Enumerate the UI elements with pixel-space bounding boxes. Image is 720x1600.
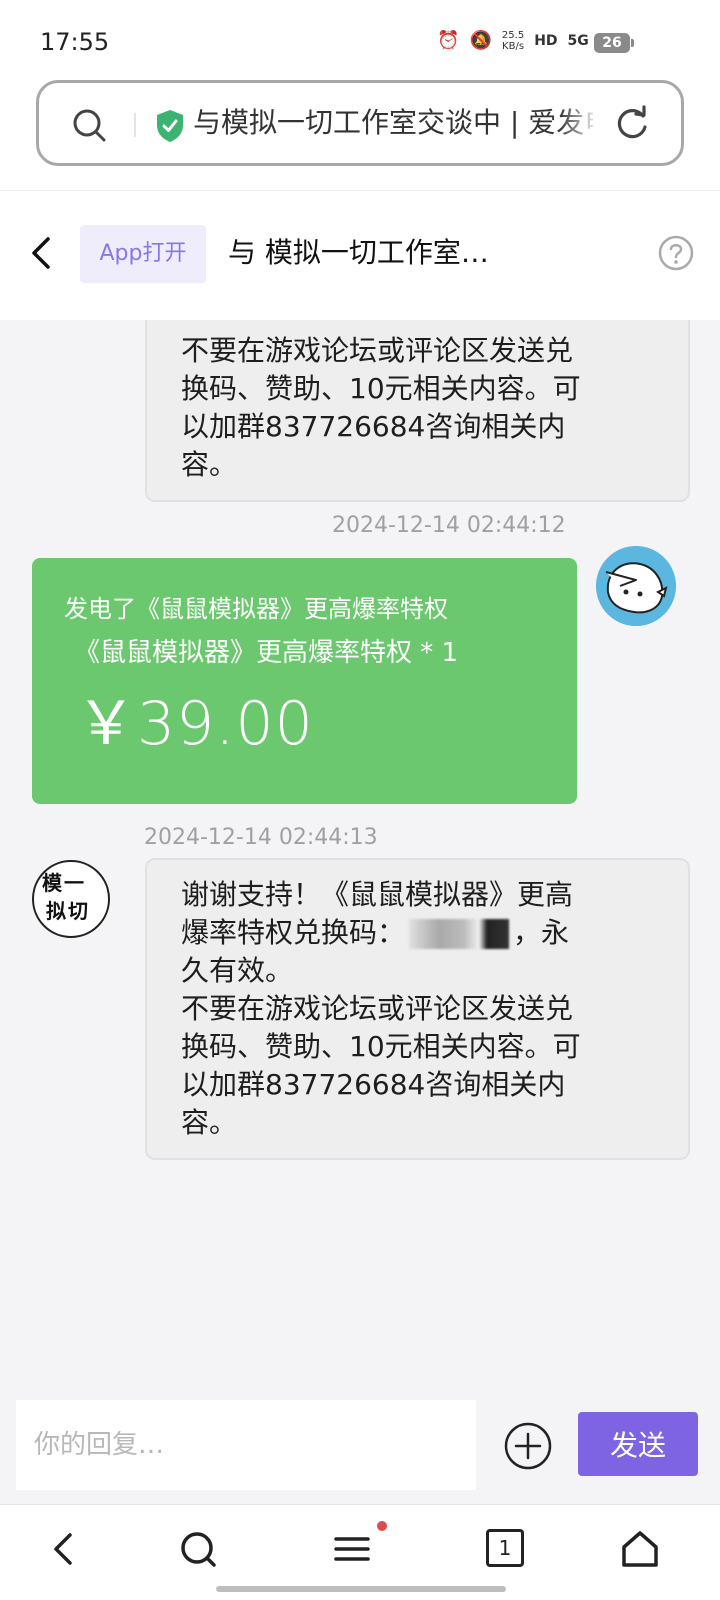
net-speed-value: 25.5 [501,30,525,41]
page-title: 与 模拟一切工作室… [228,236,489,269]
gift-price: ￥39.00 [76,689,314,759]
back-icon[interactable] [26,233,56,273]
alarm-icon: ⏰ [437,30,460,51]
reply-input[interactable] [16,1400,476,1490]
send-button[interactable]: 发送 [578,1412,698,1476]
signal-1-icon: 5G [567,33,589,49]
studio-avatar[interactable]: 模一 拟切 [32,860,110,938]
status-icons: ⏰ 🔕 25.5 KB/s HD 5G 5G [437,30,620,52]
reply-bar: 发送 [0,1398,720,1504]
cartoon-avatar-icon [596,546,676,626]
page-header: App打开 与 模拟一切工作室… [0,190,720,320]
user-avatar[interactable] [596,546,676,626]
message-line: 谢谢支持！《鼠鼠模拟器》更高 [181,878,574,911]
search-nav-icon[interactable] [176,1527,220,1571]
address-bar-container: 与模拟一切工作室交谈中 | 爱发电 [0,80,720,190]
message-timestamp: 2024-12-14 02:44:13 [144,825,378,850]
message-line: 容。 [181,1106,238,1139]
message-line: 容。 [181,448,238,481]
address-text[interactable]: 与模拟一切工作室交谈中 | 爱发电 [193,103,593,143]
message-line: 不要在游戏论坛或评论区发送兑 [181,992,574,1025]
chat-area[interactable]: 不要在游戏论坛或评论区发送兑 换码、赞助、10元相关内容。可 以加群837726… [0,320,720,1398]
home-indicator [216,1586,506,1592]
net-speed-unit: KB/s [502,41,525,52]
status-bar: 17:55 ⏰ 🔕 25.5 KB/s HD 5G 5G 26 [0,0,720,80]
redeem-code-label: 爆率特权兑换码： [181,916,406,949]
net-speed: 25.5 KB/s [502,30,524,52]
gift-title: 发电了《鼠鼠模拟器》更高爆率特权 [64,595,448,623]
add-icon[interactable] [504,1422,552,1470]
redacted-code [409,919,510,949]
hd-icon: HD [534,33,558,49]
message-line: 以加群837726684咨询相关内 [181,410,566,443]
tabs-button[interactable]: 1 [486,1529,524,1567]
address-divider [134,113,136,137]
app-open-button[interactable]: App打开 [80,225,206,283]
back-nav-icon[interactable] [42,1527,86,1571]
reload-icon[interactable] [613,105,651,143]
message-line: 爆率特权兑换码： ，永 [181,914,656,952]
studio-avatar-text-bottom: 拟切 [46,899,90,923]
message-bubble: 不要在游戏论坛或评论区发送兑 换码、赞助、10元相关内容。可 以加群837726… [145,320,690,502]
message-timestamp: 2024-12-14 02:44:12 [332,513,566,538]
message-text: ，永 [513,916,570,949]
message-line: 以加群837726684咨询相关内 [181,1068,566,1101]
menu-icon[interactable] [330,1527,374,1571]
message-line: 换码、赞助、10元相关内容。可 [181,372,581,405]
battery-icon: 26 [594,33,634,53]
menu-notification-dot [377,1521,387,1531]
studio-avatar-text-top: 模一 [42,871,86,895]
secure-shield-icon [157,110,183,142]
message-line: 久有效。 [181,954,294,987]
message-line: 换码、赞助、10元相关内容。可 [181,1030,581,1063]
status-time: 17:55 [40,28,110,56]
gift-item: 《鼠鼠模拟器》更高爆率特权 * 1 [74,638,459,668]
help-icon[interactable] [658,235,694,271]
mute-icon: 🔕 [469,30,492,51]
message-line: 不要在游戏论坛或评论区发送兑 [181,334,574,367]
gift-card[interactable]: 发电了《鼠鼠模拟器》更高爆率特权 《鼠鼠模拟器》更高爆率特权 * 1 ￥39.0… [32,558,577,804]
address-bar[interactable]: 与模拟一切工作室交谈中 | 爱发电 [36,80,684,166]
home-icon[interactable] [618,1527,662,1571]
search-icon[interactable] [71,107,107,143]
address-fade [559,93,599,153]
message-bubble: 谢谢支持！《鼠鼠模拟器》更高 爆率特权兑换码： ，永 久有效。 不要在游戏论坛或评… [145,858,690,1160]
